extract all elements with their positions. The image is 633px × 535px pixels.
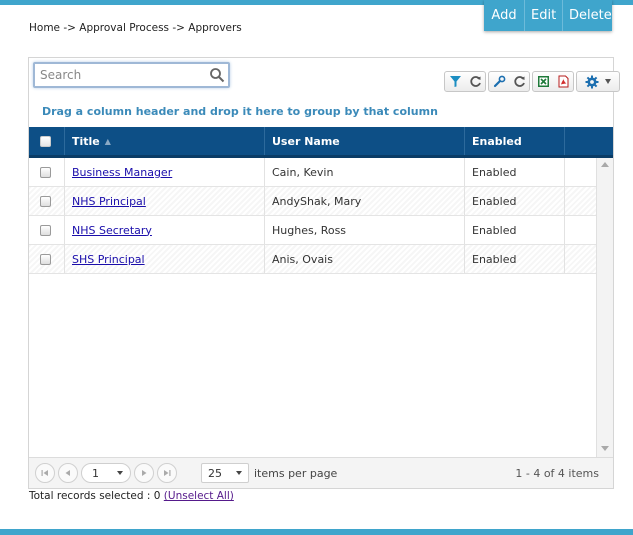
row-checkbox[interactable] xyxy=(40,253,51,265)
first-page-button[interactable] xyxy=(35,463,55,483)
group-by-hint: Drag a column header and drop it here to… xyxy=(42,105,438,118)
grid-toolbar xyxy=(444,71,620,92)
current-page: 1 xyxy=(92,466,99,480)
reset-columns-button[interactable] xyxy=(509,72,529,91)
title-link[interactable]: Business Manager xyxy=(72,166,172,179)
enabled-cell: Enabled xyxy=(465,216,565,244)
column-header-title[interactable]: Title ▲ xyxy=(65,127,265,155)
user-name-cell: AndyShak, Mary xyxy=(265,187,465,215)
first-page-icon xyxy=(41,470,48,476)
grid-body: Business Manager Cain, Kevin Enabled NHS… xyxy=(29,158,613,457)
search-box xyxy=(33,62,230,88)
table-row[interactable]: Business Manager Cain, Kevin Enabled xyxy=(29,158,613,187)
search-icon[interactable] xyxy=(209,67,225,83)
vertical-scrollbar[interactable] xyxy=(596,158,613,457)
user-name-cell: Cain, Kevin xyxy=(265,158,465,186)
row-select-cell xyxy=(29,216,65,244)
excel-icon xyxy=(537,76,549,87)
user-name-cell: Anis, Ovais xyxy=(265,245,465,273)
wrench-icon xyxy=(493,75,505,88)
last-page-icon xyxy=(164,470,171,476)
unselect-all-link[interactable]: (Unselect All) xyxy=(164,490,234,502)
page-size-value: 25 xyxy=(208,466,222,480)
filter-icon xyxy=(449,76,461,87)
column-tool-group xyxy=(488,71,530,92)
add-button[interactable]: Add xyxy=(484,0,524,31)
delete-button[interactable]: Delete xyxy=(562,0,612,31)
page-size-select[interactable]: 25 xyxy=(201,463,249,483)
breadcrumb: Home -> Approval Process -> Approvers xyxy=(29,22,242,34)
grid-header: Title ▲ User Name Enabled xyxy=(29,127,613,158)
row-checkbox[interactable] xyxy=(40,224,51,236)
title-cell: NHS Secretary xyxy=(65,216,265,244)
selected-count-label: Total records selected : 0 xyxy=(29,490,161,502)
select-all-checkbox[interactable] xyxy=(40,135,51,147)
next-page-button[interactable] xyxy=(134,463,154,483)
table-row[interactable]: NHS Secretary Hughes, Ross Enabled xyxy=(29,216,613,245)
row-select-cell xyxy=(29,245,65,273)
caret-down-icon xyxy=(605,79,611,84)
row-spacer xyxy=(565,216,597,244)
chevron-down-icon xyxy=(117,471,123,475)
approvers-grid: Drag a column header and drop it here to… xyxy=(28,57,620,489)
title-link[interactable]: NHS Secretary xyxy=(72,224,152,237)
items-per-page-label: items per page xyxy=(254,466,338,480)
search-input[interactable] xyxy=(35,64,205,86)
row-spacer xyxy=(565,187,597,215)
row-checkbox[interactable] xyxy=(40,195,51,207)
row-select-cell xyxy=(29,187,65,215)
gear-icon xyxy=(585,75,599,88)
enabled-cell: Enabled xyxy=(465,158,565,186)
column-header-label: User Name xyxy=(272,134,340,148)
last-page-button[interactable] xyxy=(157,463,177,483)
header-select-cell xyxy=(29,127,65,155)
chevron-left-icon xyxy=(65,470,70,476)
column-header-enabled[interactable]: Enabled xyxy=(465,127,565,155)
enabled-cell: Enabled xyxy=(465,245,565,273)
enabled-cell: Enabled xyxy=(465,187,565,215)
pager-range-info: 1 - 4 of 4 items xyxy=(515,467,599,480)
title-cell: Business Manager xyxy=(65,158,265,186)
bottom-accent-bar xyxy=(0,529,633,535)
user-name-cell: Hughes, Ross xyxy=(265,216,465,244)
edit-button[interactable]: Edit xyxy=(524,0,562,31)
export-excel-button[interactable] xyxy=(533,72,553,91)
chevron-down-icon xyxy=(236,471,242,475)
page-number-select[interactable]: 1 xyxy=(81,463,131,483)
title-cell: SHS Principal xyxy=(65,245,265,273)
clear-filter-button[interactable] xyxy=(465,72,485,91)
filter-tool-group xyxy=(444,71,486,92)
scroll-up-icon[interactable] xyxy=(601,162,609,167)
settings-menu-button[interactable] xyxy=(576,71,620,92)
row-spacer xyxy=(565,158,597,186)
export-tool-group xyxy=(532,71,574,92)
title-link[interactable]: SHS Principal xyxy=(72,253,145,266)
column-header-label: Title xyxy=(72,134,100,148)
row-spacer xyxy=(565,245,597,273)
sort-ascending-icon: ▲ xyxy=(104,136,111,146)
table-row[interactable]: SHS Principal Anis, Ovais Enabled xyxy=(29,245,613,274)
selection-summary: Total records selected : 0 (Unselect All… xyxy=(29,490,234,502)
column-settings-button[interactable] xyxy=(489,72,509,91)
title-link[interactable]: NHS Principal xyxy=(72,195,146,208)
filter-button[interactable] xyxy=(445,72,465,91)
title-cell: NHS Principal xyxy=(65,187,265,215)
previous-page-button[interactable] xyxy=(58,463,78,483)
export-pdf-button[interactable] xyxy=(553,72,573,91)
column-header-user-name[interactable]: User Name xyxy=(265,127,465,155)
table-row[interactable]: NHS Principal AndyShak, Mary Enabled xyxy=(29,187,613,216)
scroll-down-icon[interactable] xyxy=(601,446,609,451)
pager: 1 25 items per page 1 - 4 of 4 items xyxy=(29,457,613,488)
chevron-right-icon xyxy=(142,470,147,476)
header-scroll-spacer xyxy=(565,127,597,155)
refresh-icon xyxy=(513,76,525,87)
column-header-label: Enabled xyxy=(472,134,522,148)
pdf-icon xyxy=(558,75,568,88)
refresh-icon xyxy=(469,76,481,87)
row-select-cell xyxy=(29,158,65,186)
row-checkbox[interactable] xyxy=(40,166,51,178)
action-button-group: Add Edit Delete xyxy=(484,0,612,31)
